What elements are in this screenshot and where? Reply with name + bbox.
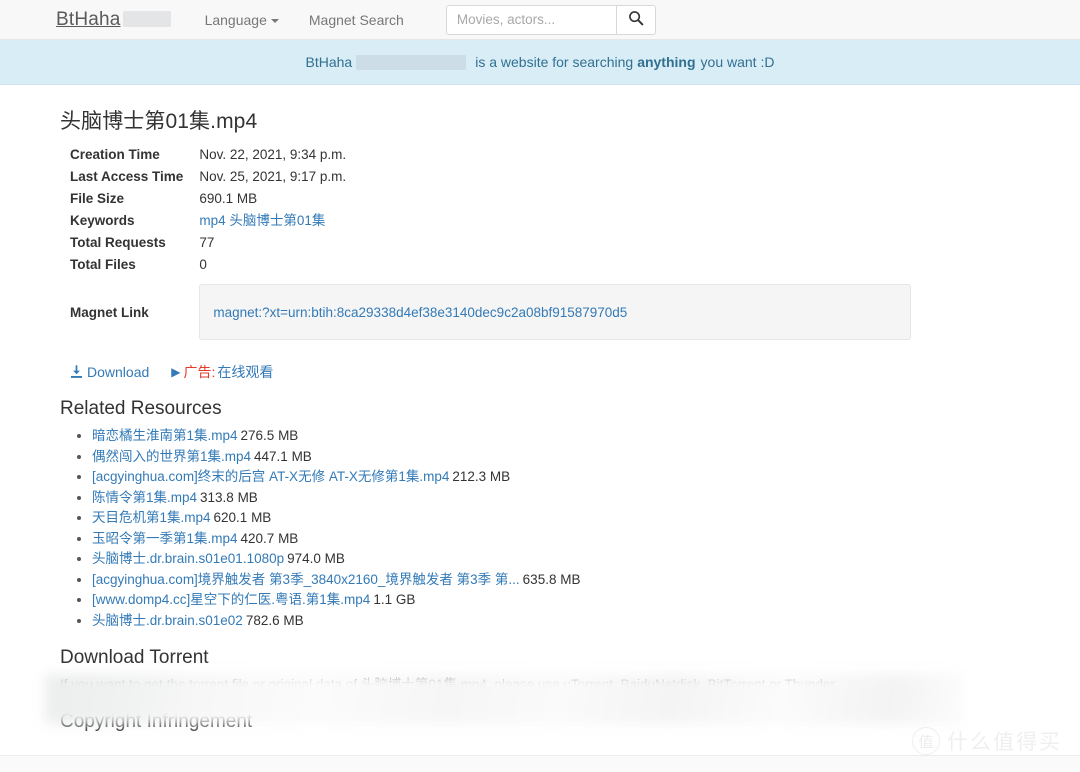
related-resource-link[interactable]: 天目危机第1集.mp4 <box>92 510 211 525</box>
info-label-magnet: Magnet Link <box>70 304 149 320</box>
banner-text-bold: anything <box>637 54 696 70</box>
info-value-keywords: mp4 头脑博士第01集 <box>199 211 911 233</box>
related-resource-link[interactable]: 陈情令第1集.mp4 <box>92 490 197 505</box>
redacted-content-block <box>45 674 963 724</box>
info-value: Nov. 25, 2021, 9:17 p.m. <box>199 169 347 184</box>
ad-tag-label: 广告: <box>183 364 216 380</box>
banner-text-after: you want :D <box>700 54 775 70</box>
info-value: 690.1 MB <box>199 191 258 206</box>
site-banner: BtHaha is a website for searching anythi… <box>0 40 1080 85</box>
nav-item-magnet-search-label: Magnet Search <box>308 11 404 28</box>
table-row-magnet: Magnet Link magnet:?xt=urn:btih:8ca29338… <box>70 277 912 350</box>
list-item: 天目危机第1集.mp4620.1 MB <box>92 508 1024 528</box>
related-resource-size: 276.5 MB <box>240 428 299 443</box>
keyword-link[interactable]: mp4 <box>199 213 225 228</box>
info-value: Nov. 22, 2021, 9:34 p.m. <box>199 147 347 162</box>
search-input[interactable] <box>445 4 616 35</box>
page-title: 头脑博士第01集.mp4 <box>60 110 258 133</box>
magnet-link[interactable]: magnet:?xt=urn:btih:8ca29338d4ef38e3140d… <box>213 303 627 322</box>
list-item: 玉昭令第一季第1集.mp4420.7 MB <box>92 529 1024 549</box>
related-resource-size: 447.1 MB <box>254 448 312 464</box>
related-resource-size: 1.1 GB <box>373 592 416 607</box>
site-logo[interactable]: BtHaha <box>56 9 171 31</box>
action-row: Download ▶ 广告: 在线观看 <box>70 362 1024 382</box>
related-resource-size: 620.1 MB <box>213 510 272 525</box>
table-row: File Size 690.1 MB <box>70 189 911 211</box>
main-content: 头脑博士第01集.mp4 Creation Time Nov. 22, 2021… <box>0 85 1080 733</box>
nav-item-language[interactable]: Language <box>205 12 279 28</box>
site-logo-text: BtHaha <box>56 8 121 30</box>
related-resources-list: 暗恋橘生淮南第1集.mp4276.5 MB 偶然闯入的世界第1集.mp4447.… <box>60 426 1024 631</box>
related-resource-link[interactable]: 头脑博士.dr.brain.s01e01.1080p <box>92 551 284 566</box>
info-value: 77 <box>199 235 215 250</box>
list-item: [www.domp4.cc]星空下的仁医.粤语.第1集.mp41.1 GB <box>92 590 1024 610</box>
play-icon: ▶ <box>171 365 181 379</box>
magnet-link-box[interactable]: magnet:?xt=urn:btih:8ca29338d4ef38e3140d… <box>199 284 912 340</box>
related-resource-link[interactable]: 玉昭令第一季第1集.mp4 <box>92 531 238 546</box>
list-item: 头脑博士.dr.brain.s01e01.1080p974.0 MB <box>92 549 1024 569</box>
banner-redaction-box <box>356 54 467 70</box>
banner-text-before: is a website for searching <box>475 54 634 70</box>
related-resource-size: 635.8 MB <box>522 571 581 587</box>
related-resource-link[interactable]: 头脑博士.dr.brain.s01e02 <box>92 613 243 628</box>
info-label-keywords: Keywords <box>70 213 135 228</box>
file-info-table: Creation Time Nov. 22, 2021, 9:34 p.m. L… <box>70 145 912 350</box>
related-resource-size: 313.8 MB <box>200 489 258 505</box>
related-resources-heading: Related Resources <box>60 398 222 419</box>
ad-watch-label: 在线观看 <box>217 364 274 380</box>
table-row: Total Files 0 <box>70 255 911 277</box>
table-row: Creation Time Nov. 22, 2021, 9:34 p.m. <box>70 145 911 167</box>
related-resource-link[interactable]: [acgyinghua.com]终末的后宫 AT-X无修 AT-X无修第1集.m… <box>92 469 449 484</box>
related-resource-link[interactable]: [www.domp4.cc]星空下的仁医.粤语.第1集.mp4 <box>92 592 370 607</box>
banner-brand: BtHaha <box>305 54 353 70</box>
info-label: Total Files <box>70 257 136 272</box>
ad-watch-online-link[interactable]: ▶ 广告: 在线观看 <box>171 362 273 382</box>
download-button-label: Download <box>87 364 150 380</box>
list-item: 头脑博士.dr.brain.s01e02782.6 MB <box>92 611 1024 631</box>
table-row: Keywords mp4 头脑博士第01集 <box>70 211 911 233</box>
nav-item-language-label: Language <box>204 11 267 28</box>
keyword-link[interactable]: 头脑博士第01集 <box>229 213 325 228</box>
search-icon <box>628 10 644 29</box>
list-item: 偶然闯入的世界第1集.mp4447.1 MB <box>92 447 1024 467</box>
info-label: File Size <box>70 191 125 206</box>
info-label: Last Access Time <box>70 169 184 184</box>
logo-redaction-box <box>122 11 171 28</box>
info-value: 0 <box>199 257 207 272</box>
chevron-down-icon <box>270 18 279 23</box>
info-label: Total Requests <box>70 235 166 250</box>
related-resource-size: 212.3 MB <box>452 469 511 484</box>
related-resource-size: 974.0 MB <box>287 551 345 566</box>
search-button[interactable] <box>615 4 656 35</box>
nav-item-magnet-search[interactable]: Magnet Search <box>309 12 404 28</box>
table-row: Last Access Time Nov. 25, 2021, 9:17 p.m… <box>70 167 911 189</box>
search-form <box>445 4 656 35</box>
related-resource-size: 782.6 MB <box>245 612 304 628</box>
related-resource-link[interactable]: [acgyinghua.com]境界触发者 第3季_3840x2160_境界触发… <box>92 572 520 587</box>
list-item: [acgyinghua.com]终末的后宫 AT-X无修 AT-X无修第1集.m… <box>92 467 1024 487</box>
related-resource-size: 420.7 MB <box>240 530 299 546</box>
related-resource-link[interactable]: 偶然闯入的世界第1集.mp4 <box>92 449 251 464</box>
related-resource-link[interactable]: 暗恋橘生淮南第1集.mp4 <box>92 428 238 443</box>
list-item: 暗恋橘生淮南第1集.mp4276.5 MB <box>92 426 1024 446</box>
footer-strip <box>0 756 1080 772</box>
table-row: Total Requests 77 <box>70 233 911 255</box>
info-value-magnet: magnet:?xt=urn:btih:8ca29338d4ef38e3140d… <box>199 277 912 350</box>
download-torrent-heading: Download Torrent <box>60 646 209 668</box>
info-label: Creation Time <box>70 147 160 162</box>
list-item: 陈情令第1集.mp4313.8 MB <box>92 488 1024 508</box>
navbar: BtHaha Language Magnet Search <box>0 0 1080 40</box>
download-button[interactable]: Download <box>70 364 149 380</box>
download-icon <box>70 365 83 379</box>
site-banner-inner: BtHaha is a website for searching anythi… <box>306 54 775 70</box>
list-item: [acgyinghua.com]境界触发者 第3季_3840x2160_境界触发… <box>92 570 1024 590</box>
